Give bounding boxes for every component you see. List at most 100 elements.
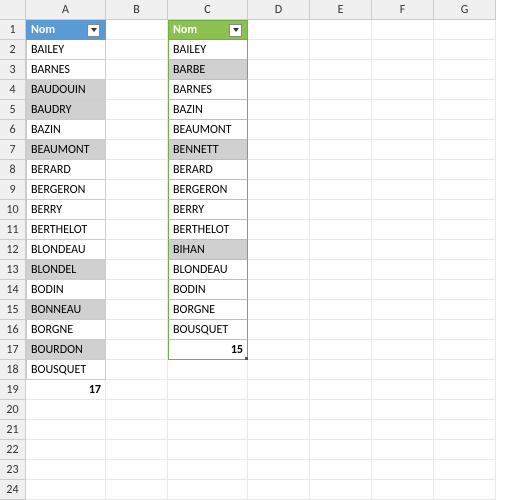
cell-A17[interactable]: BOURDON: [26, 340, 106, 360]
cell-A16[interactable]: BORGNE: [26, 320, 106, 340]
cell-G6[interactable]: [434, 120, 496, 140]
cell-D10[interactable]: [248, 200, 310, 220]
cell-A11[interactable]: BERTHELOT: [26, 220, 106, 240]
cell-B17[interactable]: [106, 340, 168, 360]
cell-B7[interactable]: [106, 140, 168, 160]
cell-C6[interactable]: BEAUMONT: [168, 120, 248, 140]
cell-F19[interactable]: [372, 380, 434, 400]
cell-C3[interactable]: BARBE: [168, 60, 248, 80]
cell-G3[interactable]: [434, 60, 496, 80]
row-header-19[interactable]: 19: [0, 380, 26, 400]
cell-E13[interactable]: [310, 260, 372, 280]
cell-A21[interactable]: [26, 420, 106, 440]
cell-D8[interactable]: [248, 160, 310, 180]
row-header-5[interactable]: 5: [0, 100, 26, 120]
table-a-header[interactable]: Nom: [26, 20, 106, 40]
cell-A12[interactable]: BLONDEAU: [26, 240, 106, 260]
row-header-17[interactable]: 17: [0, 340, 26, 360]
cell-C2[interactable]: BAILEY: [168, 40, 248, 60]
cell-G12[interactable]: [434, 240, 496, 260]
cell-A19[interactable]: 17: [26, 380, 106, 400]
row-header-13[interactable]: 13: [0, 260, 26, 280]
cell-D15[interactable]: [248, 300, 310, 320]
cell-A2[interactable]: BAILEY: [26, 40, 106, 60]
cell-F13[interactable]: [372, 260, 434, 280]
row-header-15[interactable]: 15: [0, 300, 26, 320]
cell-E11[interactable]: [310, 220, 372, 240]
cell-G2[interactable]: [434, 40, 496, 60]
cell-F7[interactable]: [372, 140, 434, 160]
cell-G24[interactable]: [434, 480, 496, 500]
cell-B5[interactable]: [106, 100, 168, 120]
cell-C4[interactable]: BARNES: [168, 80, 248, 100]
cell-B4[interactable]: [106, 80, 168, 100]
cell-D12[interactable]: [248, 240, 310, 260]
cell-D19[interactable]: [248, 380, 310, 400]
cell-G11[interactable]: [434, 220, 496, 240]
cell-E7[interactable]: [310, 140, 372, 160]
cell-B14[interactable]: [106, 280, 168, 300]
cell-G21[interactable]: [434, 420, 496, 440]
cell-A20[interactable]: [26, 400, 106, 420]
cell-G22[interactable]: [434, 440, 496, 460]
cell-B12[interactable]: [106, 240, 168, 260]
cell-E22[interactable]: [310, 440, 372, 460]
row-header-23[interactable]: 23: [0, 460, 26, 480]
cell-A7[interactable]: BEAUMONT: [26, 140, 106, 160]
cell-C9[interactable]: BERGERON: [168, 180, 248, 200]
col-header-C[interactable]: C: [168, 0, 248, 20]
cell-E3[interactable]: [310, 60, 372, 80]
corner-cell[interactable]: [0, 0, 26, 20]
cell-C24[interactable]: [168, 480, 248, 500]
cell-C7[interactable]: BENNETT: [168, 140, 248, 160]
cell-D18[interactable]: [248, 360, 310, 380]
col-header-E[interactable]: E: [310, 0, 372, 20]
row-header-4[interactable]: 4: [0, 80, 26, 100]
cell-C16[interactable]: BOUSQUET: [168, 320, 248, 340]
cell-F6[interactable]: [372, 120, 434, 140]
cell-E10[interactable]: [310, 200, 372, 220]
cell-D20[interactable]: [248, 400, 310, 420]
cell-F24[interactable]: [372, 480, 434, 500]
cell-F22[interactable]: [372, 440, 434, 460]
cell-C19[interactable]: [168, 380, 248, 400]
cell-B8[interactable]: [106, 160, 168, 180]
col-header-B[interactable]: B: [106, 0, 168, 20]
cell-E21[interactable]: [310, 420, 372, 440]
cell-B16[interactable]: [106, 320, 168, 340]
cell-D11[interactable]: [248, 220, 310, 240]
cell-A23[interactable]: [26, 460, 106, 480]
cell-F3[interactable]: [372, 60, 434, 80]
cell-E1[interactable]: [310, 20, 372, 40]
cell-C13[interactable]: BLONDEAU: [168, 260, 248, 280]
cell-C23[interactable]: [168, 460, 248, 480]
cell-A15[interactable]: BONNEAU: [26, 300, 106, 320]
cell-D17[interactable]: [248, 340, 310, 360]
cell-D22[interactable]: [248, 440, 310, 460]
cell-D9[interactable]: [248, 180, 310, 200]
cell-C12[interactable]: BIHAN: [168, 240, 248, 260]
cell-C17[interactable]: 15: [168, 340, 248, 360]
cell-G19[interactable]: [434, 380, 496, 400]
cell-B9[interactable]: [106, 180, 168, 200]
cell-G7[interactable]: [434, 140, 496, 160]
cell-F14[interactable]: [372, 280, 434, 300]
cell-A18[interactable]: BOUSQUET: [26, 360, 106, 380]
cell-G17[interactable]: [434, 340, 496, 360]
cell-B21[interactable]: [106, 420, 168, 440]
cell-E18[interactable]: [310, 360, 372, 380]
cell-A8[interactable]: BERARD: [26, 160, 106, 180]
row-header-22[interactable]: 22: [0, 440, 26, 460]
cell-B20[interactable]: [106, 400, 168, 420]
cell-G9[interactable]: [434, 180, 496, 200]
cell-F10[interactable]: [372, 200, 434, 220]
cell-G10[interactable]: [434, 200, 496, 220]
cell-A13[interactable]: BLONDEL: [26, 260, 106, 280]
cell-E9[interactable]: [310, 180, 372, 200]
cell-G16[interactable]: [434, 320, 496, 340]
cell-E16[interactable]: [310, 320, 372, 340]
cell-D2[interactable]: [248, 40, 310, 60]
cell-F11[interactable]: [372, 220, 434, 240]
row-header-10[interactable]: 10: [0, 200, 26, 220]
row-header-9[interactable]: 9: [0, 180, 26, 200]
